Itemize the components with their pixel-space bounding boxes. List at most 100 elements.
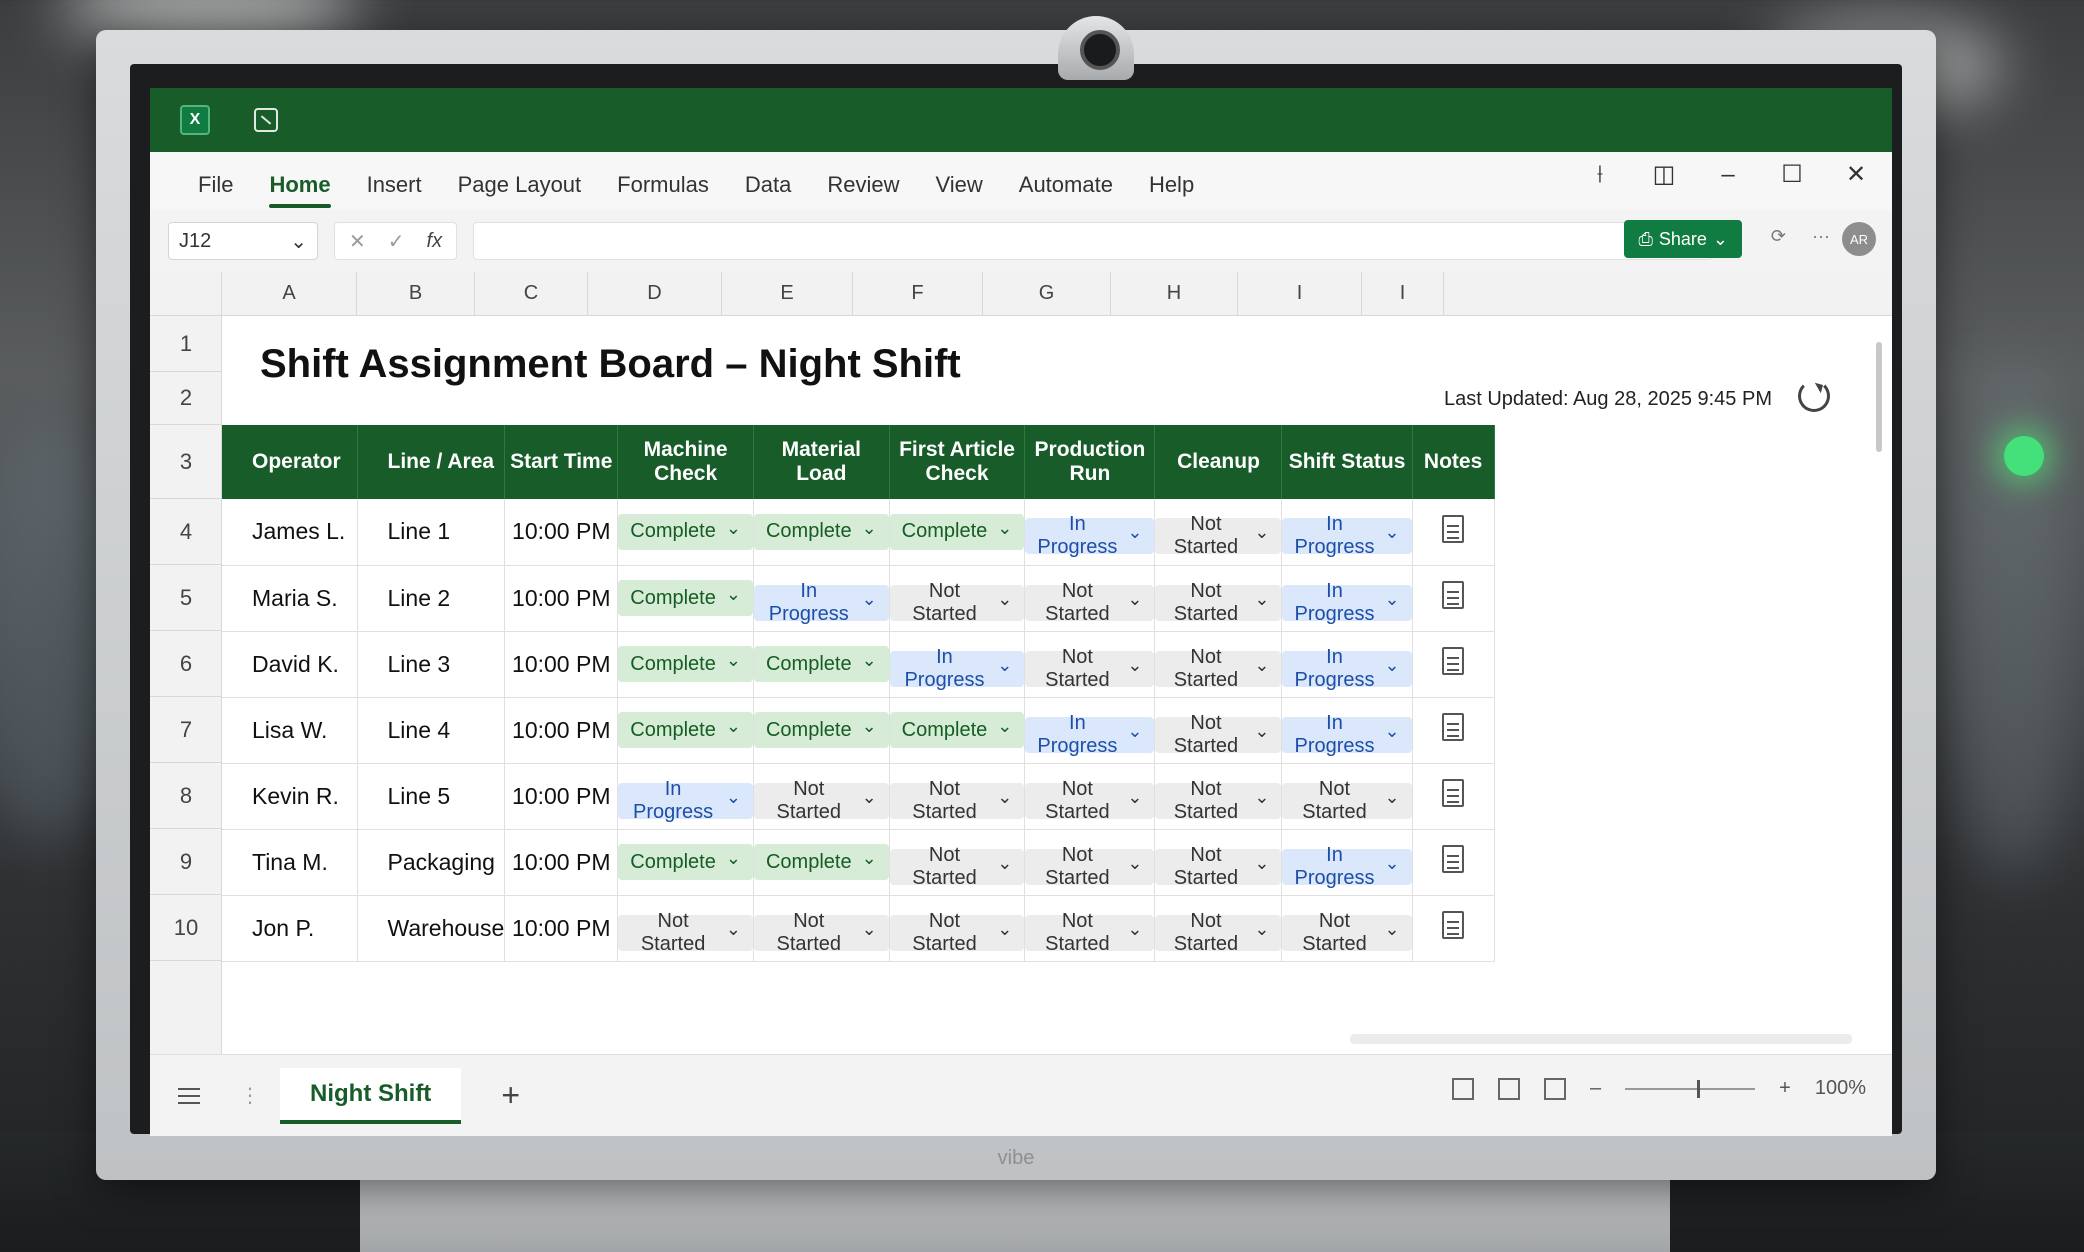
status-cell[interactable]: Complete [617, 697, 754, 764]
status-dropdown[interactable]: Not Started [753, 910, 889, 955]
notes-cell[interactable] [1412, 829, 1495, 896]
autosave-icon[interactable] [254, 108, 278, 132]
status-dropdown[interactable]: Not Started [1155, 778, 1282, 823]
row-header[interactable]: 5 [150, 565, 222, 631]
status-cell[interactable]: Not Started [1154, 763, 1283, 830]
row-header[interactable]: 7 [150, 697, 222, 763]
status-dropdown[interactable]: Not Started [1025, 910, 1155, 955]
status-cell[interactable]: Complete [617, 499, 754, 566]
line-area-cell[interactable]: Line 1 [357, 499, 506, 566]
column-header[interactable]: C [475, 272, 588, 315]
column-header[interactable]: I [1362, 272, 1444, 315]
status-dropdown[interactable]: Complete [889, 712, 1025, 748]
page-layout-view-icon[interactable] [1498, 1077, 1521, 1100]
status-cell[interactable]: In Progress [1281, 697, 1413, 764]
status-dropdown[interactable]: In Progress [1282, 712, 1412, 757]
status-dropdown[interactable]: Not Started [1025, 844, 1155, 889]
status-dropdown[interactable]: Not Started [1025, 580, 1155, 625]
status-dropdown[interactable]: Complete [618, 513, 753, 550]
status-dropdown[interactable]: Not Started [1155, 712, 1282, 757]
start-time-cell[interactable]: 10:00 PM [504, 829, 619, 896]
status-dropdown[interactable]: Not Started [889, 910, 1025, 955]
status-dropdown[interactable]: In Progress [889, 646, 1025, 691]
minimize-icon[interactable]: – [1716, 161, 1740, 189]
tab-formulas[interactable]: Formulas [599, 172, 727, 210]
tab-review[interactable]: Review [809, 172, 917, 210]
status-cell[interactable]: Not Started [889, 763, 1026, 830]
status-dropdown[interactable]: In Progress [1282, 844, 1412, 889]
status-cell[interactable]: Not Started [1024, 565, 1156, 632]
line-area-cell[interactable]: Line 5 [357, 763, 506, 830]
document-icon[interactable] [1442, 581, 1465, 609]
status-cell[interactable]: Complete [753, 829, 890, 896]
row-header[interactable]: 1 [150, 316, 222, 372]
status-cell[interactable]: Not Started [1024, 631, 1156, 698]
line-area-cell[interactable]: Line 2 [357, 565, 506, 632]
column-header[interactable]: G [983, 272, 1111, 315]
notes-cell[interactable] [1412, 499, 1495, 566]
status-cell[interactable]: In Progress [1281, 631, 1413, 698]
share-button[interactable]: ⎙ Share ⌄ [1624, 220, 1742, 258]
operator-cell[interactable]: James L. [222, 499, 358, 566]
status-cell[interactable]: Not Started [889, 565, 1026, 632]
row-header[interactable]: 9 [150, 829, 222, 895]
status-dropdown[interactable]: Complete [889, 513, 1025, 550]
pin-icon[interactable]: ⟊ [1588, 161, 1612, 189]
status-dropdown[interactable]: Complete [618, 580, 753, 616]
status-dropdown[interactable]: Not Started [1282, 910, 1412, 955]
status-dropdown[interactable]: In Progress [618, 778, 753, 823]
tab-home[interactable]: Home [251, 172, 348, 210]
zoom-slider[interactable] [1625, 1079, 1756, 1098]
status-dropdown[interactable]: Not Started [753, 778, 889, 823]
start-time-cell[interactable]: 10:00 PM [504, 895, 619, 962]
row-header[interactable]: 4 [150, 499, 222, 565]
status-dropdown[interactable]: Not Started [1155, 646, 1282, 691]
status-dropdown[interactable]: Not Started [1282, 778, 1412, 823]
status-cell[interactable]: Not Started [1024, 763, 1156, 830]
notes-cell[interactable] [1412, 565, 1495, 632]
row-header[interactable]: 10 [150, 895, 222, 961]
row-header[interactable]: 2 [150, 372, 222, 425]
status-dropdown[interactable]: Complete [618, 844, 753, 880]
status-dropdown[interactable]: In Progress [1282, 513, 1412, 558]
page-break-view-icon[interactable] [1544, 1077, 1567, 1100]
column-header[interactable]: B [357, 272, 475, 315]
status-dropdown[interactable]: In Progress [1025, 712, 1155, 757]
line-area-cell[interactable]: Packaging [357, 829, 506, 896]
avatar[interactable]: AR [1842, 222, 1876, 256]
status-cell[interactable]: Complete [753, 697, 890, 764]
more-icon[interactable]: ··· [1812, 226, 1830, 247]
status-cell[interactable]: In Progress [753, 565, 890, 632]
tab-file[interactable]: File [180, 172, 251, 210]
start-time-cell[interactable]: 10:00 PM [504, 565, 619, 632]
status-cell[interactable]: Not Started [753, 895, 890, 962]
line-area-cell[interactable]: Warehouse [357, 895, 506, 962]
operator-cell[interactable]: Kevin R. [222, 763, 358, 830]
horizontal-scrollbar[interactable] [1350, 1034, 1852, 1044]
status-dropdown[interactable]: In Progress [1025, 513, 1155, 558]
operator-cell[interactable]: Tina M. [222, 829, 358, 896]
document-icon[interactable] [1442, 911, 1465, 939]
status-dropdown[interactable]: Not Started [1025, 778, 1155, 823]
status-cell[interactable]: Complete [753, 631, 890, 698]
close-icon[interactable]: ✕ [1844, 160, 1868, 189]
tab-insert[interactable]: Insert [349, 172, 440, 210]
status-dropdown[interactable]: Complete [753, 513, 889, 550]
status-dropdown[interactable]: Not Started [1155, 513, 1282, 558]
start-time-cell[interactable]: 10:00 PM [504, 763, 619, 830]
tab-help[interactable]: Help [1131, 172, 1212, 210]
line-area-cell[interactable]: Line 3 [357, 631, 506, 698]
status-cell[interactable]: Not Started [617, 895, 754, 962]
operator-cell[interactable]: Jon P. [222, 895, 358, 962]
zoom-in-icon[interactable]: + [1779, 1077, 1791, 1100]
document-icon[interactable] [1442, 779, 1465, 807]
status-cell[interactable]: Not Started [1024, 895, 1156, 962]
status-dropdown[interactable]: Complete [753, 646, 889, 682]
sheets-menu-icon[interactable] [178, 1087, 200, 1104]
column-header[interactable]: D [588, 272, 722, 315]
status-cell[interactable]: Complete [617, 631, 754, 698]
notes-cell[interactable] [1412, 631, 1495, 698]
tab-automate[interactable]: Automate [1001, 172, 1131, 210]
status-dropdown[interactable]: Not Started [889, 844, 1025, 889]
document-icon[interactable] [1442, 647, 1465, 675]
